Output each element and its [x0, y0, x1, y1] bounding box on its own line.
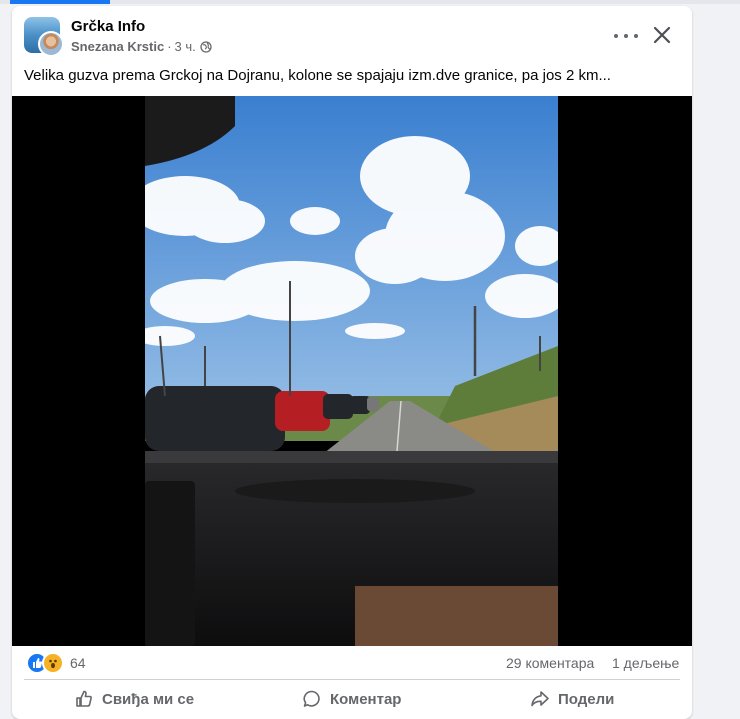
share-button[interactable]: Подели [530, 684, 614, 714]
like-label: Свиђа ми се [102, 690, 195, 708]
traffic-photo[interactable] [145, 96, 558, 646]
actions-divider [24, 679, 680, 680]
post-meta: Snezana Krstic · 3 ч. [71, 39, 212, 54]
more-options-button[interactable] [614, 28, 638, 44]
active-tab-indicator [10, 0, 110, 4]
dot-icon [634, 34, 638, 38]
post-media[interactable] [12, 96, 692, 646]
dot-icon [624, 34, 628, 38]
share-arrow-icon [531, 691, 549, 707]
comment-bubble-icon [303, 690, 320, 707]
post-text: Velika guzva prema Grckoj na Dojranu, ko… [24, 67, 611, 84]
post-card: Grčka Info Snezana Krstic · 3 ч. Velika … [12, 6, 692, 719]
comment-label: Коментар [330, 690, 402, 708]
author-avatar[interactable] [38, 31, 64, 57]
comment-button[interactable]: Коментар [302, 684, 401, 714]
avatar-stack[interactable] [24, 17, 64, 57]
reaction-summary[interactable]: 64 [26, 652, 86, 674]
meta-separator: · [167, 39, 172, 54]
like-button[interactable]: Свиђа ми се [74, 684, 194, 714]
thumbs-up-icon [76, 690, 92, 707]
dot-icon [614, 34, 618, 38]
close-icon[interactable] [652, 25, 672, 45]
author-name[interactable]: Snezana Krstic [71, 39, 164, 54]
top-tab-strip [0, 0, 740, 4]
reaction-count: 64 [70, 655, 86, 671]
comment-count-link[interactable]: 29 коментара [506, 655, 594, 671]
share-label: Подели [558, 690, 615, 708]
post-header: Grčka Info Snezana Krstic · 3 ч. [12, 6, 692, 66]
share-count-link[interactable]: 1 дељење [612, 655, 679, 671]
globe-icon [200, 40, 212, 53]
post-time[interactable]: 3 ч. [175, 39, 196, 54]
wow-reaction-icon [42, 652, 64, 674]
group-name[interactable]: Grčka Info [71, 18, 145, 35]
